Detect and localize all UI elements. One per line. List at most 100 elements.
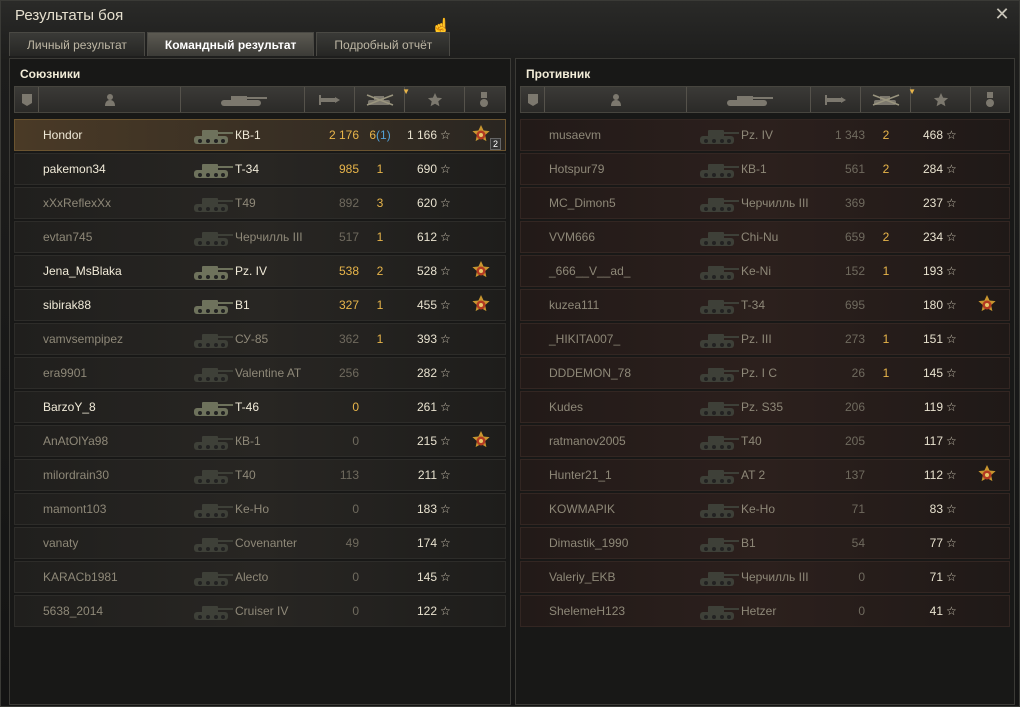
tank-image-icon: [697, 430, 741, 452]
player-name[interactable]: Hondor: [43, 120, 183, 150]
enemies-header-kills-icon[interactable]: ▼: [861, 87, 916, 112]
table-row[interactable]: ratmanov2005 T40 205 117 ☆: [520, 425, 1010, 457]
table-row[interactable]: ShelemeH123 Hetzer 0 41 ☆: [520, 595, 1010, 627]
player-name[interactable]: KARACb1981: [43, 562, 183, 592]
player-name[interactable]: musaevm: [549, 120, 689, 150]
allies-header-damage-icon[interactable]: [305, 87, 355, 112]
player-name[interactable]: MC_Dimon5: [549, 188, 689, 218]
player-name[interactable]: KOWMAPIK: [549, 494, 689, 524]
player-name[interactable]: vamvsempipez: [43, 324, 183, 354]
tab-team-result[interactable]: Командный результат: [146, 32, 315, 56]
player-name[interactable]: DDDEMON_78: [549, 358, 689, 388]
kills-count: 1: [882, 366, 890, 380]
star-icon: ☆: [946, 298, 957, 312]
player-name[interactable]: xXxReflexXx: [43, 188, 183, 218]
order-medal-icon[interactable]: [975, 464, 1001, 488]
player-name[interactable]: VVM666: [549, 222, 689, 252]
star-icon: ☆: [440, 162, 451, 176]
enemies-header-player-icon[interactable]: [545, 87, 687, 112]
player-name[interactable]: Kudes: [549, 392, 689, 422]
table-row[interactable]: era9901 Valentine AT 256 282 ☆: [14, 357, 506, 389]
player-name[interactable]: _HIKITA007_: [549, 324, 689, 354]
tank-name: T40: [235, 468, 256, 482]
enemies-header-xp-star-icon[interactable]: [911, 87, 971, 112]
player-name[interactable]: vanaty: [43, 528, 183, 558]
star-icon: ☆: [946, 196, 957, 210]
table-row[interactable]: mamont103 Ke-Ho 0 183 ☆: [14, 493, 506, 525]
player-name[interactable]: evtan745: [43, 222, 183, 252]
player-name[interactable]: Valeriy_EKB: [549, 562, 689, 592]
player-name[interactable]: AnAtOlYa98: [43, 426, 183, 456]
player-name[interactable]: BarzoY_8: [43, 392, 183, 422]
table-row[interactable]: kuzea111 T-34 695 180 ☆: [520, 289, 1010, 321]
allies-title: Союзники: [20, 67, 81, 81]
order-medal-icon[interactable]: [469, 294, 495, 318]
table-row[interactable]: Hunter21_1 AT 2 137 112 ☆: [520, 459, 1010, 491]
player-name[interactable]: Hotspur79: [549, 154, 689, 184]
table-row[interactable]: vanaty Covenanter 49 174 ☆: [14, 527, 506, 559]
enemies-header-medal-icon[interactable]: [971, 87, 1009, 112]
table-row[interactable]: 5638_2014 Cruiser IV 0 122 ☆: [14, 595, 506, 627]
table-row[interactable]: pakemon34 T-34 985 1 690 ☆: [14, 153, 506, 185]
player-name[interactable]: mamont103: [43, 494, 183, 524]
player-name[interactable]: 5638_2014: [43, 596, 183, 626]
table-row[interactable]: vamvsempipez СУ-85 362 1 393 ☆: [14, 323, 506, 355]
player-name[interactable]: _666__V__ad_: [549, 256, 689, 286]
enemies-header-damage-icon[interactable]: [811, 87, 861, 112]
allies-header-medal-icon[interactable]: [465, 87, 503, 112]
table-row[interactable]: AnAtOlYa98 КВ-1 0 215 ☆: [14, 425, 506, 457]
player-name[interactable]: ratmanov2005: [549, 426, 689, 456]
table-row[interactable]: Hotspur79 КВ-1 561 2 284 ☆: [520, 153, 1010, 185]
table-row[interactable]: KARACb1981 Alecto 0 145 ☆: [14, 561, 506, 593]
table-row[interactable]: BarzoY_8 T-46 0 261 ☆: [14, 391, 506, 423]
allies-header-tank-icon[interactable]: [181, 87, 305, 112]
table-row[interactable]: VVM666 Chi-Nu 659 2 234 ☆: [520, 221, 1010, 253]
damage-value: 327: [338, 298, 359, 312]
star-icon: ☆: [946, 128, 957, 142]
player-name[interactable]: kuzea111: [549, 290, 689, 320]
enemies-header-rank-icon[interactable]: [521, 87, 545, 112]
player-name[interactable]: Hunter21_1: [549, 460, 689, 490]
close-icon[interactable]: ✕: [993, 5, 1011, 23]
table-row[interactable]: KOWMAPIK Ke-Ho 71 83 ☆: [520, 493, 1010, 525]
xp-value: 690: [416, 162, 437, 176]
player-name[interactable]: sibirak88: [43, 290, 183, 320]
table-row[interactable]: Dimastik_1990 B1 54 77 ☆: [520, 527, 1010, 559]
allies-header-player-icon[interactable]: [39, 87, 181, 112]
player-name[interactable]: era9901: [43, 358, 183, 388]
allies-header-rank-icon[interactable]: [15, 87, 39, 112]
player-name[interactable]: ShelemeH123: [549, 596, 689, 626]
table-row[interactable]: xXxReflexXx T49 892 3 620 ☆: [14, 187, 506, 219]
table-row[interactable]: Jena_MsBlaka Pz. IV 538 2 528 ☆: [14, 255, 506, 287]
tab-personal-result[interactable]: Личный результат: [9, 32, 145, 56]
player-name[interactable]: milordrain30: [43, 460, 183, 490]
order-medal-icon[interactable]: [975, 294, 1001, 318]
enemies-header: ▼: [520, 86, 1010, 113]
player-name[interactable]: Dimastik_1990: [549, 528, 689, 558]
table-row[interactable]: DDDEMON_78 Pz. I C 26 1 145 ☆: [520, 357, 1010, 389]
star-icon: ☆: [440, 366, 451, 380]
table-row[interactable]: Valeriy_EKB Черчилль III 0 71 ☆: [520, 561, 1010, 593]
order-medal-icon[interactable]: [469, 430, 495, 454]
enemies-header-tank-icon[interactable]: [687, 87, 811, 112]
star-icon: ☆: [946, 264, 957, 278]
xp-value: 393: [416, 332, 437, 346]
xp-value: 180: [922, 298, 943, 312]
table-row[interactable]: musaevm Pz. IV 1 343 2 468 ☆: [520, 119, 1010, 151]
table-row[interactable]: milordrain30 T40 113 211 ☆: [14, 459, 506, 491]
order-medal-icon[interactable]: 2: [469, 124, 501, 150]
table-row[interactable]: MC_Dimon5 Черчилль III 369 237 ☆: [520, 187, 1010, 219]
table-row[interactable]: _666__V__ad_ Ke-Ni 152 1 193 ☆: [520, 255, 1010, 287]
allies-header-xp-star-icon[interactable]: [405, 87, 465, 112]
table-row[interactable]: _HIKITA007_ Pz. III 273 1 151 ☆: [520, 323, 1010, 355]
star-icon: ☆: [440, 604, 451, 618]
table-row[interactable]: Kudes Pz. S35 206 119 ☆: [520, 391, 1010, 423]
tab-detailed-report[interactable]: Подробный отчёт: [316, 32, 451, 56]
table-row[interactable]: evtan745 Черчилль III 517 1 612 ☆: [14, 221, 506, 253]
allies-header-kills-icon[interactable]: ▼: [355, 87, 410, 112]
table-row[interactable]: Hondor КВ-1 2 176 6(1) 1 166 ☆ 2: [14, 119, 506, 151]
player-name[interactable]: Jena_MsBlaka: [43, 256, 183, 286]
table-row[interactable]: sibirak88 B1 327 1 455 ☆: [14, 289, 506, 321]
order-medal-icon[interactable]: [469, 260, 495, 284]
player-name[interactable]: pakemon34: [43, 154, 183, 184]
